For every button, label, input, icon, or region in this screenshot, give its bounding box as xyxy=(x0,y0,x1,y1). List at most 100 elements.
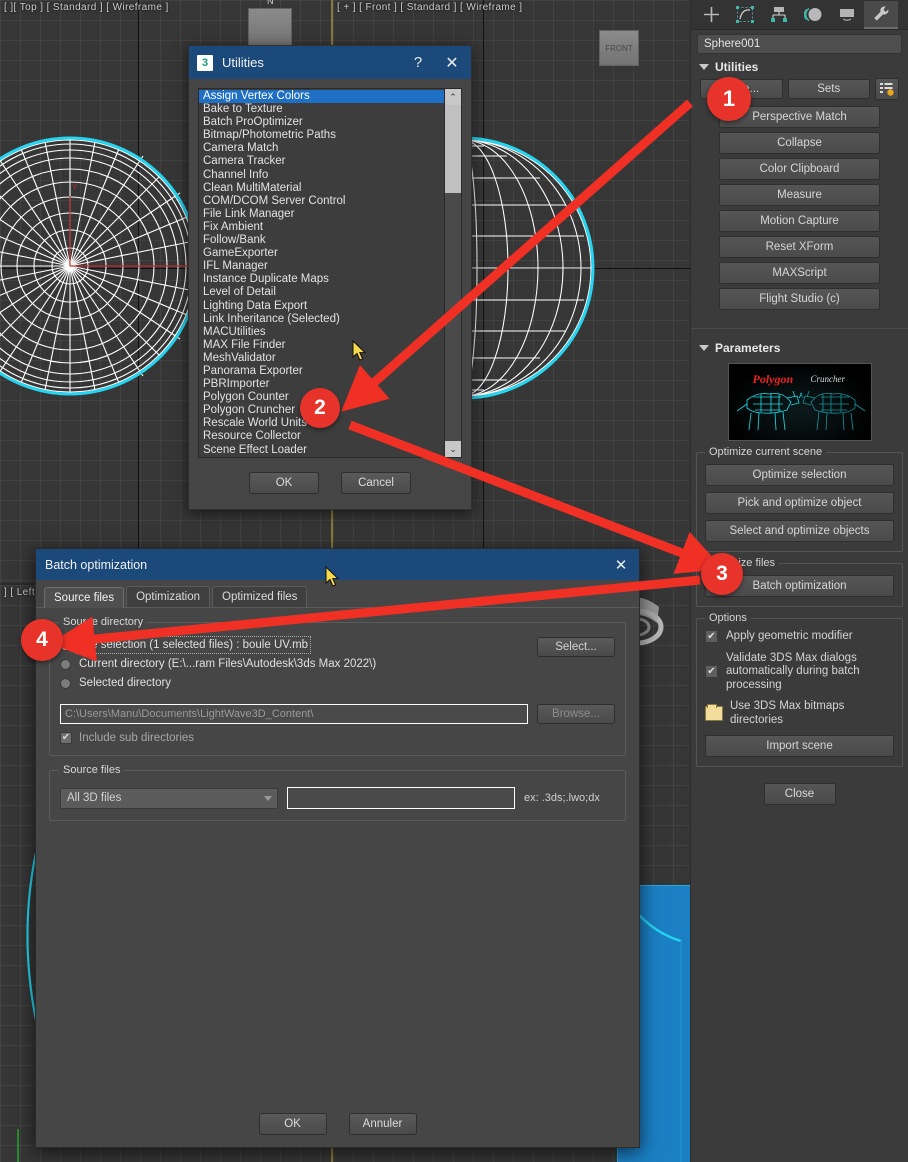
mouse-cursor-batch xyxy=(325,566,340,587)
folder-icon[interactable] xyxy=(705,704,723,721)
tab-optimized-files[interactable]: Optimized files xyxy=(212,586,308,607)
option-validate-dialogs[interactable]: ✔ Validate 3DS Max dialogs automatically… xyxy=(705,652,894,693)
utility-list-item[interactable]: Clean MultiMaterial xyxy=(199,182,444,195)
cow-wireframe-art xyxy=(736,390,865,431)
radio-row-selected-directory[interactable]: Selected directory xyxy=(60,677,528,689)
utility-button-reset-xform[interactable]: Reset XForm xyxy=(719,236,880,258)
tab-optimization[interactable]: Optimization xyxy=(126,586,211,607)
utility-button-motion-capture[interactable]: Motion Capture xyxy=(719,210,880,232)
wrench-icon xyxy=(874,5,889,21)
scroll-down-icon[interactable]: ⌄ xyxy=(445,441,461,457)
help-icon[interactable]: ? xyxy=(401,47,435,78)
utility-list-item[interactable]: Lighting Data Export xyxy=(199,300,444,313)
utility-list-item[interactable]: Panorama Exporter xyxy=(199,365,444,378)
close-icon[interactable]: ✕ xyxy=(435,47,469,78)
radio-current-directory[interactable] xyxy=(60,658,71,670)
close-icon[interactable]: ✕ xyxy=(603,549,639,580)
utilities-rollout-header[interactable]: Utilities xyxy=(691,54,908,78)
utility-list-item[interactable]: Camera Match xyxy=(199,142,444,155)
utilities-dialog-title: Utilities xyxy=(222,55,264,70)
sets-button[interactable]: Sets xyxy=(787,79,870,99)
utilities-dialog[interactable]: 3 Utilities ? ✕ Assign Vertex Colors Bake… xyxy=(188,45,472,510)
batch-optimization-dialog[interactable]: Batch optimization ✕ Source files Optimiz… xyxy=(35,548,640,1148)
validate-dialogs-checkbox[interactable]: ✔ xyxy=(705,665,718,679)
utility-list-item[interactable]: Resource Collector xyxy=(199,430,444,443)
display-tab[interactable] xyxy=(830,1,864,29)
sphere-wireframe-top: Y xyxy=(0,136,200,396)
optimize-button-pick-and-optimize-object[interactable]: Pick and optimize object xyxy=(705,492,894,514)
utility-list-item[interactable]: IFL Manager xyxy=(199,260,444,273)
utility-list-item[interactable]: Instance Duplicate Maps xyxy=(199,273,444,286)
viewport-label-top: [ ][ Top ] [ Standard ] [ Wireframe ] xyxy=(4,2,169,13)
utility-list-item[interactable]: MAX File Finder xyxy=(199,339,444,352)
object-name-field[interactable]: Sphere001 xyxy=(697,34,902,54)
utility-list-item[interactable]: File Link Manager xyxy=(199,208,444,221)
utility-list-item[interactable]: GameExporter xyxy=(199,247,444,260)
utility-button-collapse[interactable]: Collapse xyxy=(719,132,880,154)
source-path-input[interactable]: C:\Users\Manu\Documents\LightWave3D_Cont… xyxy=(60,704,528,724)
viewcube-top[interactable] xyxy=(248,8,292,48)
options-title: Options xyxy=(705,612,751,624)
cancel-button[interactable]: Cancel xyxy=(341,472,411,494)
utility-list-item[interactable]: Scene Effect Loader xyxy=(199,444,444,457)
utilities-tab[interactable] xyxy=(864,0,898,29)
source-directory-group: Source directory File selection (1 selec… xyxy=(49,616,626,756)
utility-list-item[interactable]: Assign Vertex Colors xyxy=(199,90,444,104)
include-sub-directories-row[interactable]: ✔ Include sub directories xyxy=(60,732,615,744)
ok-button[interactable]: OK xyxy=(258,1113,327,1135)
file-pattern-input[interactable] xyxy=(287,787,515,809)
radio-selected-directory[interactable] xyxy=(60,677,71,689)
motion-tab[interactable] xyxy=(796,1,830,29)
create-tab[interactable] xyxy=(694,1,728,29)
utility-list-item[interactable]: MACUtilities xyxy=(199,326,444,339)
scroll-up-icon[interactable]: ⌃ xyxy=(445,89,461,105)
optimize-button-select-and-optimize-objects[interactable]: Select and optimize objects xyxy=(705,520,894,542)
utility-list-item[interactable]: Link Inheritance (Selected) xyxy=(199,313,444,326)
utility-list-scrollbar[interactable]: ⌃ ⌄ xyxy=(444,89,461,457)
cancel-button[interactable]: Annuler xyxy=(348,1113,417,1135)
utilities-dialog-titlebar[interactable]: 3 Utilities ? ✕ xyxy=(189,46,471,79)
command-panel-tabs[interactable] xyxy=(691,0,908,30)
utility-list-item[interactable]: Bake to Texture xyxy=(199,103,444,116)
utility-button-measure[interactable]: Measure xyxy=(719,184,880,206)
hierarchy-tab[interactable] xyxy=(762,1,796,29)
file-type-select[interactable]: All 3D files xyxy=(60,787,278,809)
modify-tab[interactable] xyxy=(728,1,762,29)
utility-list-item[interactable]: Level of Detail xyxy=(199,286,444,299)
option-use-bitmaps-dirs[interactable]: Use 3DS Max bitmaps directories xyxy=(705,700,894,727)
scrollbar-track[interactable] xyxy=(445,105,461,441)
radio-label-file-selection: File selection (1 selected files) : boul… xyxy=(75,636,312,654)
scrollbar-thumb[interactable] xyxy=(445,105,461,193)
utility-list-item[interactable]: Fix Ambient xyxy=(199,221,444,234)
utility-button-flight-studio-c[interactable]: Flight Studio (c) xyxy=(719,288,880,310)
hierarchy-icon xyxy=(771,7,787,22)
viewcube-front[interactable]: FRONT xyxy=(599,30,639,66)
utilities-rollout-title: Utilities xyxy=(715,60,759,74)
optimize-button-optimize-selection[interactable]: Optimize selection xyxy=(705,464,894,486)
browse-button[interactable]: Browse... xyxy=(537,704,615,724)
configure-sets-icon[interactable] xyxy=(875,78,899,100)
utility-list-item[interactable]: Channel Info xyxy=(199,169,444,182)
utility-list-item[interactable]: Follow/Bank xyxy=(199,234,444,247)
utilities-dialog-buttons: OK Cancel xyxy=(198,472,462,494)
close-button[interactable]: Close xyxy=(763,783,836,805)
radio-row-current-directory[interactable]: Current directory (E:\...ram Files\Autod… xyxy=(60,658,528,670)
utility-list-item[interactable]: Bitmap/Photometric Paths xyxy=(199,129,444,142)
include-sub-directories-label: Include sub directories xyxy=(79,732,195,744)
utility-list-item[interactable]: Batch ProOptimizer xyxy=(199,116,444,129)
tab-source-files[interactable]: Source files xyxy=(44,587,125,608)
file-pattern-hint: ex: .3ds;.lwo;dx xyxy=(524,792,600,804)
utility-button-color-clipboard[interactable]: Color Clipboard xyxy=(719,158,880,180)
utility-list-item[interactable]: MeshValidator xyxy=(199,352,444,365)
ok-button[interactable]: OK xyxy=(249,472,319,494)
apply-geometric-modifier-checkbox[interactable]: ✔ xyxy=(705,630,718,643)
utility-button-maxscript[interactable]: MAXScript xyxy=(719,262,880,284)
option-apply-geometric-modifier[interactable]: ✔ Apply geometric modifier xyxy=(705,630,894,644)
import-scene-button[interactable]: Import scene xyxy=(705,735,894,757)
select-button[interactable]: Select... xyxy=(537,637,615,657)
utility-list-item[interactable]: Camera Tracker xyxy=(199,155,444,168)
parameters-rollout-header[interactable]: Parameters xyxy=(691,335,908,359)
include-sub-directories-checkbox[interactable]: ✔ xyxy=(60,732,72,744)
radio-row-file-selection[interactable]: File selection (1 selected files) : boul… xyxy=(60,636,528,654)
utility-list-item[interactable]: COM/DCOM Server Control xyxy=(199,195,444,208)
